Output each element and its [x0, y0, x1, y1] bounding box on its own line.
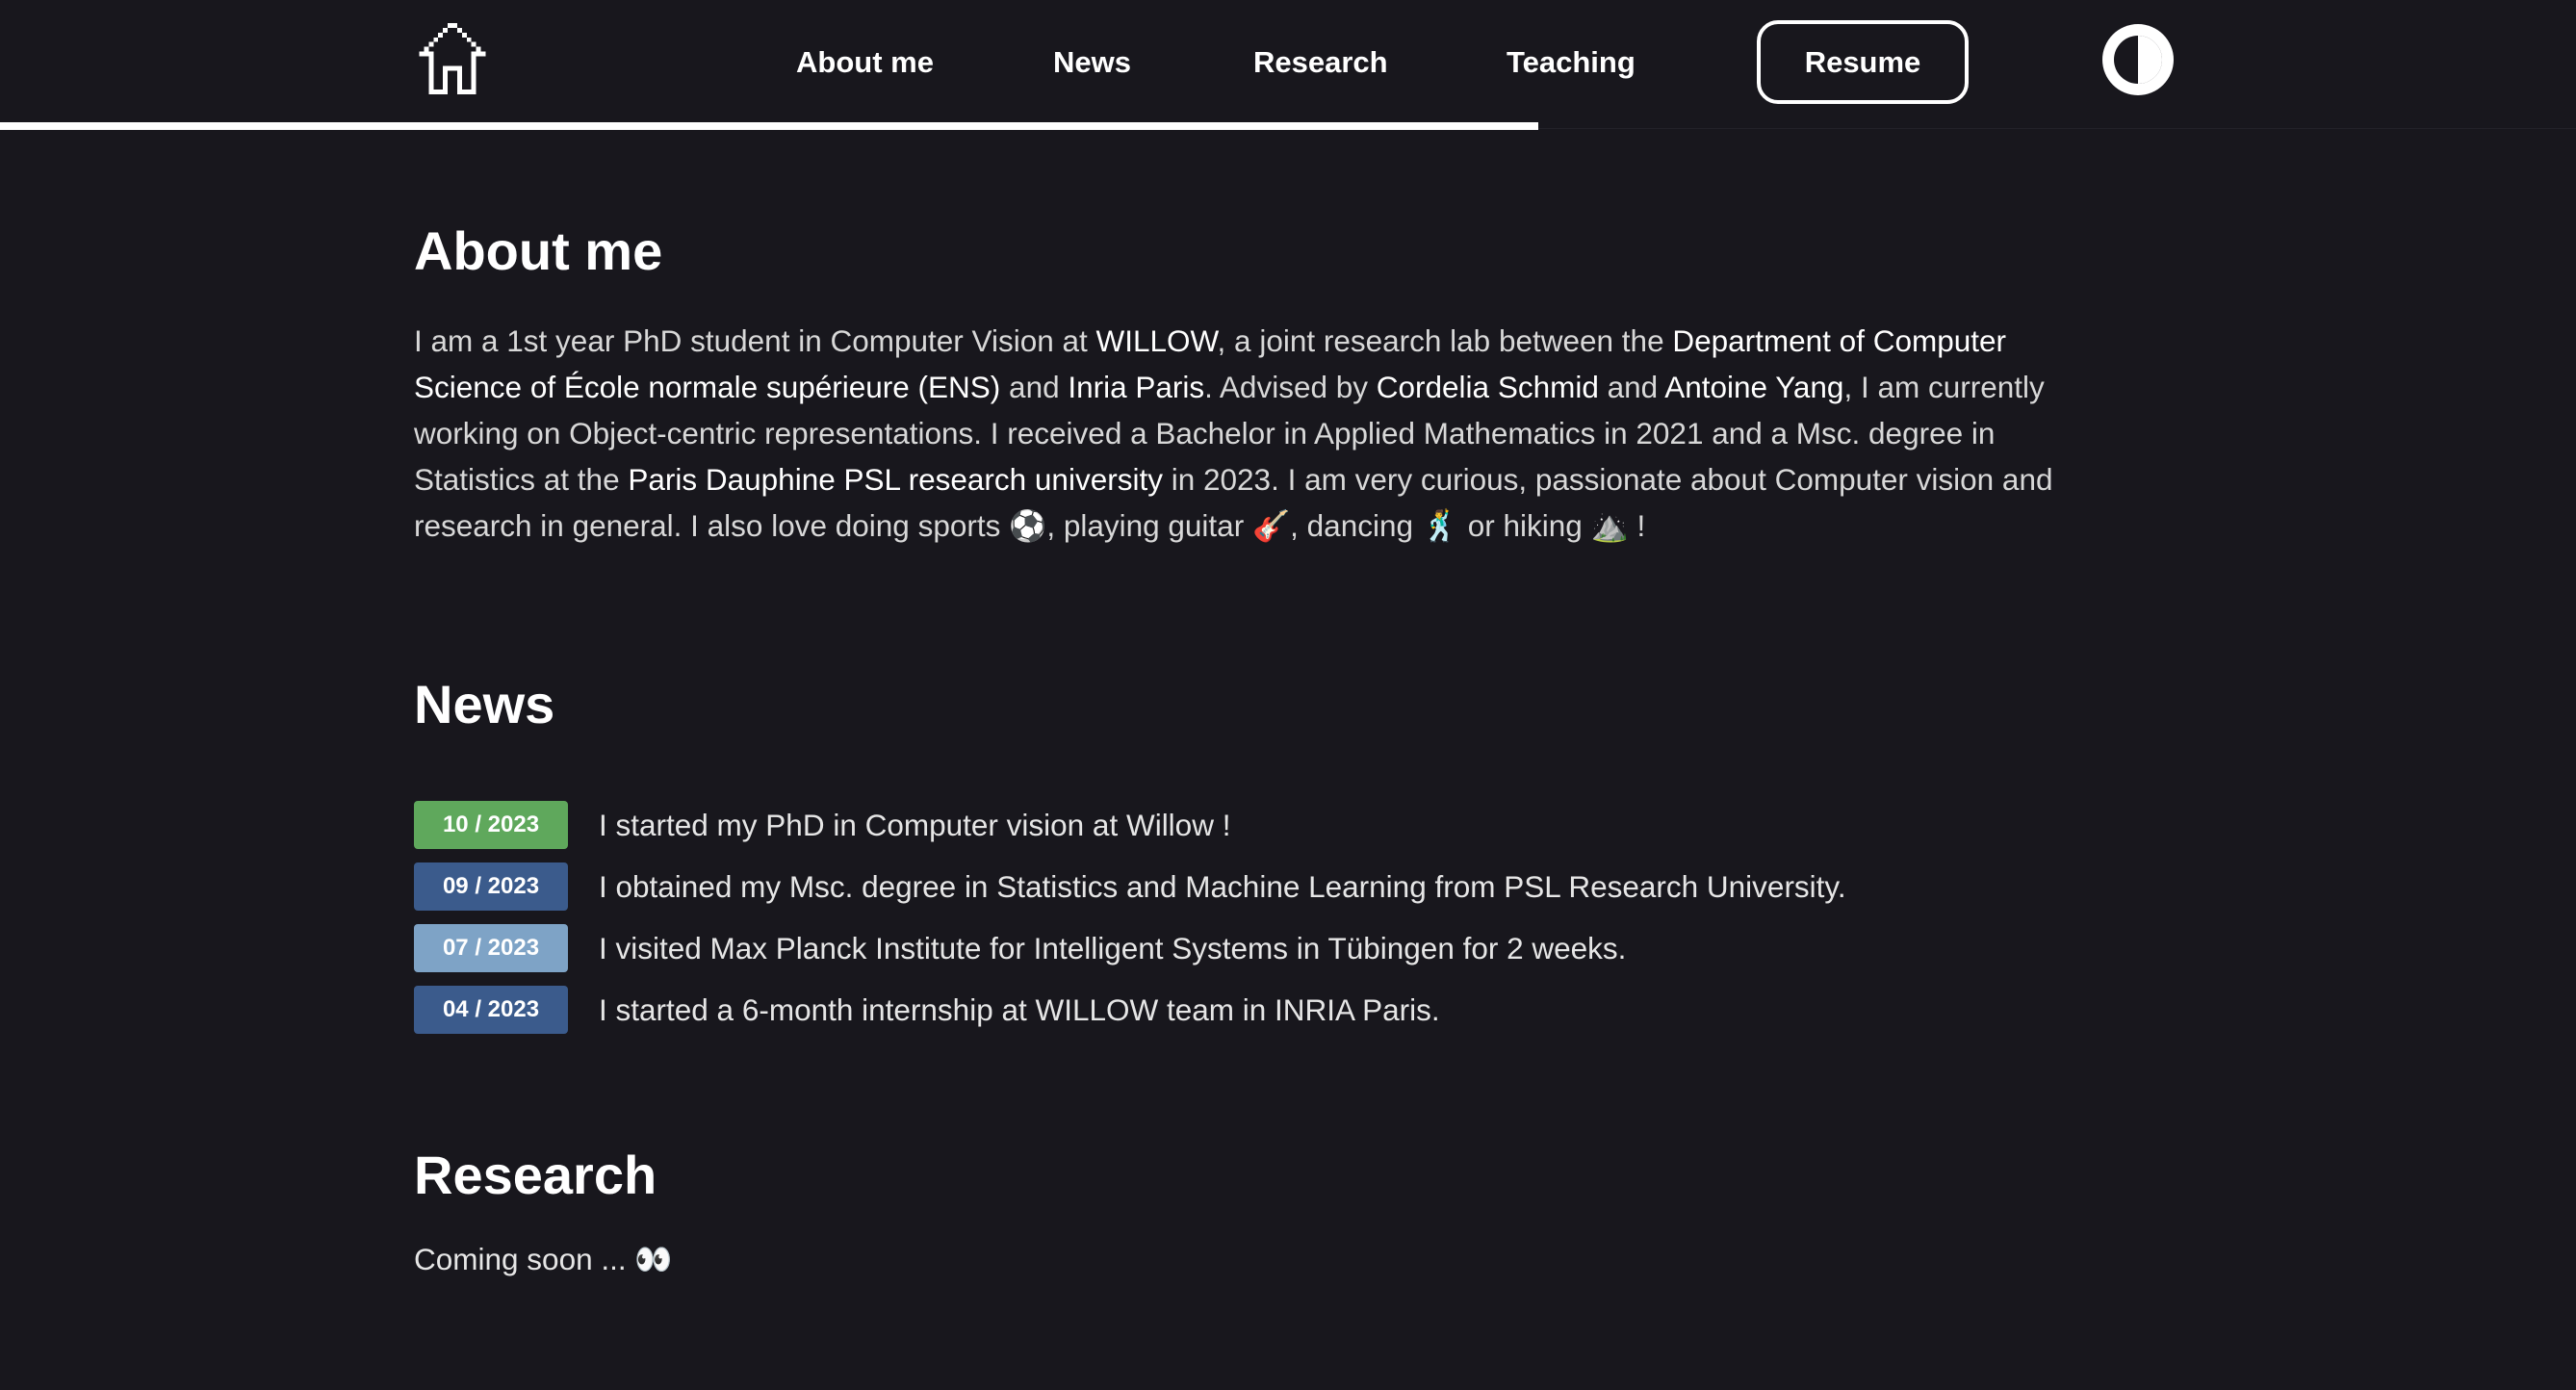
- about-heading: About me: [414, 220, 663, 281]
- about-paragraph: I am a 1st year PhD student in Computer …: [414, 318, 2079, 549]
- antoine-yang-link[interactable]: Antoine Yang: [1664, 370, 1843, 404]
- about-text-5: and: [1598, 370, 1665, 404]
- nav-link-news[interactable]: News: [1053, 42, 1131, 83]
- news-text: I obtained my Msc. degree in Statistics …: [599, 869, 1846, 904]
- willow-link[interactable]: WILLOW: [1096, 323, 1218, 358]
- about-text-1: I am a 1st year PhD student in Computer …: [414, 323, 1096, 358]
- news-date-badge: 10 / 2023: [414, 801, 568, 849]
- top-navbar: About me News Research Teaching Resume: [0, 0, 2576, 130]
- research-coming-soon: Coming soon ... 👀: [414, 1242, 673, 1276]
- nav-link-about-me[interactable]: About me: [796, 42, 934, 83]
- home-icon[interactable]: [414, 23, 491, 94]
- nav-link-research[interactable]: Research: [1253, 42, 1388, 83]
- nav-link-teaching[interactable]: Teaching: [1507, 42, 1636, 83]
- news-item: 10 / 2023 I started my PhD in Computer v…: [414, 801, 2079, 862]
- news-date-badge: 04 / 2023: [414, 986, 568, 1034]
- news-item: 09 / 2023 I obtained my Msc. degree in S…: [414, 862, 2079, 924]
- research-heading: Research: [414, 1145, 657, 1205]
- news-date-badge: 09 / 2023: [414, 862, 568, 911]
- news-date-badge: 07 / 2023: [414, 924, 568, 972]
- news-text: I visited Max Planck Institute for Intel…: [599, 931, 1627, 965]
- theme-toggle-icon[interactable]: [2102, 24, 2174, 95]
- news-text: I started my PhD in Computer vision at W…: [599, 808, 1231, 842]
- about-text-2: , a joint research lab between the: [1217, 323, 1673, 358]
- about-text-3: and: [1000, 370, 1069, 404]
- inria-link[interactable]: Inria Paris: [1068, 370, 1204, 404]
- scroll-progress-bar: [0, 122, 1538, 130]
- news-list: 10 / 2023 I started my PhD in Computer v…: [414, 801, 2079, 1047]
- news-item: 04 / 2023 I started a 6-month internship…: [414, 986, 2079, 1047]
- dauphine-link[interactable]: Paris Dauphine PSL research university: [628, 462, 1163, 497]
- resume-button[interactable]: Resume: [1757, 20, 1969, 104]
- news-heading: News: [414, 674, 555, 734]
- cordelia-schmid-link[interactable]: Cordelia Schmid: [1377, 370, 1599, 404]
- news-text: I started a 6-month internship at WILLOW…: [599, 992, 1440, 1027]
- about-text-4: . Advised by: [1204, 370, 1377, 404]
- news-item: 07 / 2023 I visited Max Planck Institute…: [414, 924, 2079, 986]
